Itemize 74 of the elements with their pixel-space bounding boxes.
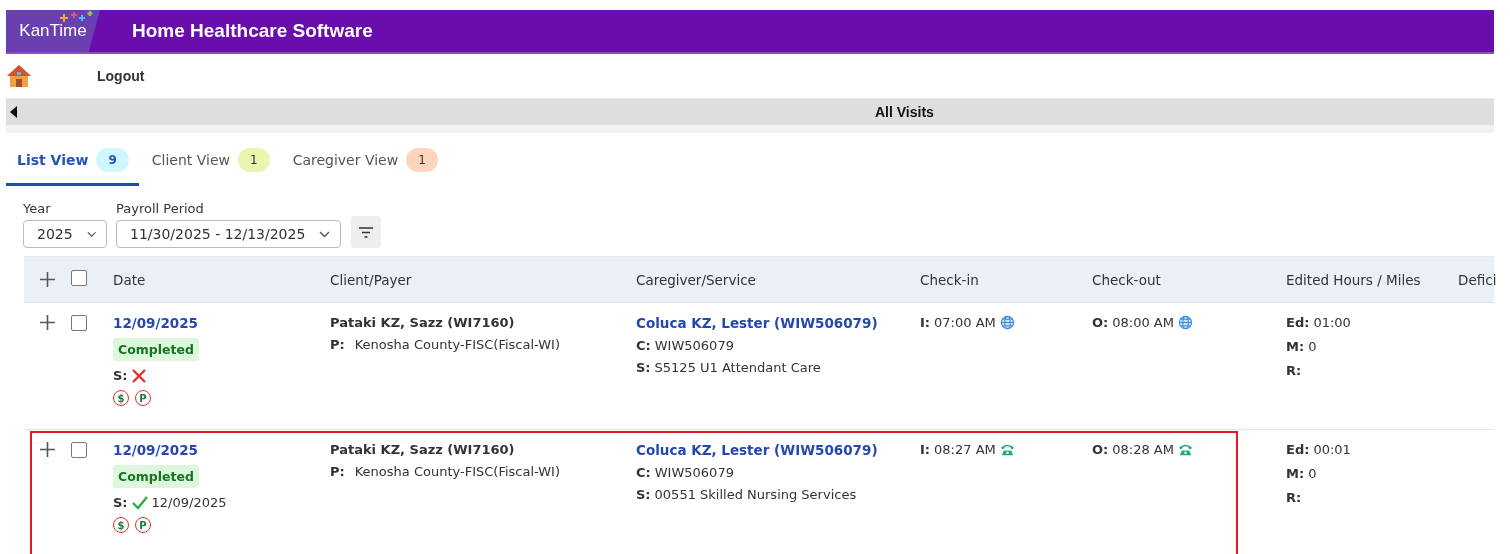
payer-name: Kenosha County-FISC(Fiscal-WI) [354,464,560,479]
checkbox[interactable] [71,315,87,331]
date-link[interactable]: 12/09/2025 [113,315,198,331]
column-header: Client/Payer [330,271,413,288]
view-tab[interactable]: Caregiver View 1 [281,141,448,186]
column-header: Caregiver/Service [636,271,757,288]
client-name: Pataki KZ, Sazz (WI7160) [330,442,515,457]
column-header: Defici [1458,271,1494,288]
count-badge: 1 [238,148,270,172]
field-label: O: [1092,315,1109,330]
chevron-down-icon [86,230,96,238]
check-out-time: 08:28 AM [1112,442,1174,457]
logo: KanTime [6,10,100,52]
field-label: P: [330,464,345,479]
caregiver-link[interactable]: Coluca KZ, Lester (WIW506079) [636,315,878,331]
service-name: 00551 Skilled Nursing Services [654,487,857,502]
column-header: Date [113,271,147,288]
expand-plus-icon[interactable] [39,442,55,457]
logout-link[interactable]: Logout [97,68,145,84]
filter-icon [359,226,374,238]
view-tab[interactable]: Client View 1 [140,141,280,186]
field-label: C: [636,338,651,353]
section-title: All Visits [875,104,934,120]
column-header: Check-in [920,271,980,288]
miles-value: 0 [1308,339,1317,354]
client-name: Pataki KZ, Sazz (WI7160) [330,315,515,330]
expand-plus-icon[interactable] [39,272,55,287]
count-badge: 1 [406,148,438,172]
date-link[interactable]: 12/09/2025 [113,442,198,458]
field-label: P: [330,337,345,352]
checkbox[interactable] [71,270,87,286]
field-label: Payroll Period [116,201,205,216]
edited-hours: 00:01 [1313,442,1351,457]
app-title: Home Healthcare Software [132,20,373,42]
sign-date: 12/09/2025 [151,495,227,510]
field-label: Ed: [1286,442,1310,457]
field-label: S: [636,487,651,502]
dropdown-field[interactable]: 11/30/2025 - 12/13/2025 [116,220,342,248]
caregiver-code: WIW506079 [654,465,734,480]
check-in-time: 07:00 AM [934,315,996,330]
field-label: S: [113,495,128,510]
view-tab[interactable]: List View 9 [6,141,139,186]
service-name: S5125 U1 Attendant Care [654,360,821,375]
dropdown-field[interactable]: 2025 [23,220,107,248]
miles-value: 0 [1308,466,1317,481]
field-label: Ed: [1286,315,1310,330]
filter-button[interactable] [351,216,382,248]
status-badge: Completed [113,465,199,488]
field-label: I: [920,442,931,457]
field-label: S: [113,368,128,383]
count-badge: 9 [96,148,129,172]
field-label: R: [1286,490,1302,505]
status-badge: Completed [113,338,199,361]
collapse-arrow-icon[interactable] [10,106,17,118]
caregiver-code: WIW506079 [654,338,734,353]
field-label: I: [920,315,931,330]
check-in-time: 08:27 AM [934,442,996,457]
field-label: R: [1286,363,1302,378]
field-label: S: [636,360,651,375]
checkbox[interactable] [71,442,87,458]
expand-plus-icon[interactable] [39,315,55,330]
edited-hours: 01:00 [1313,315,1351,330]
chevron-down-icon [319,230,331,238]
field-label: C: [636,465,651,480]
payer-name: Kenosha County-FISC(Fiscal-WI) [354,337,560,352]
caregiver-link[interactable]: Coluca KZ, Lester (WIW506079) [636,442,878,458]
column-header: Check-out [1092,271,1162,288]
field-label: M: [1286,466,1305,481]
column-header: Edited Hours / Miles [1286,271,1422,288]
field-label: Year [23,201,52,216]
check-out-time: 08:00 AM [1112,315,1174,330]
home-icon[interactable] [6,64,32,88]
field-label: M: [1286,339,1305,354]
field-label: O: [1092,442,1109,457]
